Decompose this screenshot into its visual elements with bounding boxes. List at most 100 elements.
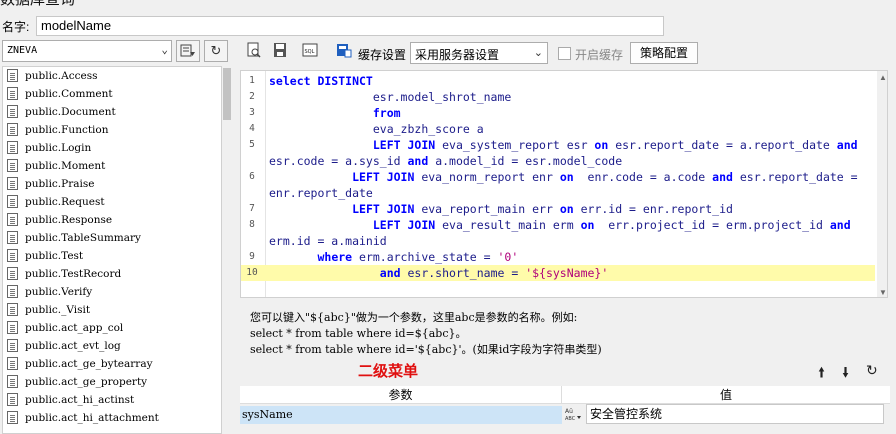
table-list-item[interactable]: public.act_app_col	[3, 319, 221, 337]
table-name: public.act_app_col	[25, 322, 124, 334]
table-name: public.act_evt_log	[25, 340, 121, 352]
sql-text: eva_zbzh_score a	[269, 122, 484, 136]
table-icon	[7, 393, 18, 406]
table-icon	[7, 357, 18, 370]
sql-keyword: and	[829, 218, 851, 232]
table-icon	[7, 141, 18, 154]
sql-text: enr.code = a.code	[573, 170, 713, 184]
table-list[interactable]: public.Access public.Comment public.Docume…	[2, 66, 222, 434]
cache-settings-label: 缓存设置	[358, 48, 407, 62]
table-list-item[interactable]: public._Visit	[3, 301, 221, 319]
param-name: sysName	[240, 406, 562, 424]
table-list-item[interactable]: public.act_ge_bytearray	[3, 355, 221, 373]
table-list-item[interactable]: public.Document	[3, 103, 221, 121]
code-line[interactable]: 3 from	[241, 105, 875, 121]
sql-keyword: and	[407, 154, 429, 168]
sql-button[interactable]: SQL	[300, 42, 320, 62]
sql-text: esr.report_date = a.report_date	[608, 138, 837, 152]
sql-text: eva_norm_report enr	[414, 170, 560, 184]
table-list-item[interactable]: public.Comment	[3, 85, 221, 103]
code-text: esr.model_shrot_name	[269, 89, 511, 105]
sql-text: erm.id = a.mainid	[269, 234, 387, 248]
table-list-item[interactable]: public.Request	[3, 193, 221, 211]
cache-settings-button[interactable]	[334, 42, 354, 62]
table-list-item[interactable]: public.Login	[3, 139, 221, 157]
code-line[interactable]: 7 LEFT JOIN eva_report_main err on err.i…	[241, 201, 875, 217]
param-value-input[interactable]: 安全管控系统	[586, 404, 884, 424]
code-text: LEFT JOIN eva_norm_report enr on enr.cod…	[269, 169, 857, 185]
table-list-item[interactable]: public.Moment	[3, 157, 221, 175]
enable-cache-checkbox[interactable]	[558, 47, 571, 60]
preview-button[interactable]	[244, 42, 264, 62]
scrollbar-thumb[interactable]	[223, 68, 231, 120]
table-list-item[interactable]: public.Praise	[3, 175, 221, 193]
datasource-select[interactable]: ZNEVA ⌄	[2, 40, 172, 62]
code-line[interactable]: enr.report_date	[241, 185, 875, 201]
code-line[interactable]: 9 where erm.archive_state = '0'	[241, 249, 875, 265]
table-icon	[7, 249, 18, 262]
table-name: public.Praise	[25, 178, 95, 190]
sql-text: err.project_id = erm.project_id	[594, 218, 830, 232]
table-icon	[7, 411, 18, 424]
close-icon[interactable]: ×	[858, 0, 867, 6]
table-list-item[interactable]: public.Function	[3, 121, 221, 139]
sql-editor[interactable]: 1 select DISTINCT 2 esr.model_shrot_name 3 …	[240, 70, 888, 298]
table-icon	[7, 213, 18, 226]
editor-scrollbar[interactable]: ▲ ▼	[877, 71, 887, 297]
table-list-scrollbar[interactable]	[222, 66, 232, 434]
table-name: public.Access	[25, 70, 98, 82]
table-list-item[interactable]: public.Response	[3, 211, 221, 229]
strategy-config-button[interactable]: 策略配置	[630, 42, 698, 64]
hint-line-1: 您可以键入"${abc}"做为一个参数，这里abc是参数的名称。例如:	[250, 311, 578, 324]
code-line[interactable]: 10 and esr.short_name = '${sysName}'	[241, 265, 875, 281]
sql-keyword: select DISTINCT	[269, 74, 373, 88]
table-name: public.act_ge_property	[25, 376, 148, 388]
code-text: erm.id = a.mainid	[269, 233, 387, 249]
table-icon	[7, 195, 18, 208]
table-list-item[interactable]: public.Test	[3, 247, 221, 265]
sql-text: eva_report_main err	[414, 202, 560, 216]
table-icon	[7, 267, 18, 280]
code-line[interactable]: 8 LEFT JOIN eva_result_main erm on err.p…	[241, 217, 875, 233]
table-list-item[interactable]: public.act_ge_property	[3, 373, 221, 391]
scroll-up-icon[interactable]: ▲	[879, 73, 887, 82]
param-row[interactable]: sysName Aü ABC 安全管控系统	[240, 404, 890, 426]
table-list-item[interactable]: public.act_hi_actinst	[3, 391, 221, 409]
table-list-item[interactable]: public.Verify	[3, 283, 221, 301]
code-line[interactable]: 5 LEFT JOIN eva_system_report esr on esr…	[241, 137, 875, 153]
code-text: enr.report_date	[269, 185, 373, 201]
table-icon	[7, 231, 18, 244]
cache-icon	[337, 44, 352, 58]
code-line[interactable]: 4 eva_zbzh_score a	[241, 121, 875, 137]
table-list-item[interactable]: public.Access	[3, 67, 221, 85]
code-line[interactable]: erm.id = a.mainid	[241, 233, 875, 249]
filter-tables-button[interactable]	[176, 40, 200, 62]
refresh-icon[interactable]: ↻	[866, 362, 878, 379]
code-line[interactable]: 1 select DISTINCT	[241, 73, 875, 89]
string-type-icon[interactable]: Aü ABC	[564, 406, 584, 424]
code-text: and esr.short_name = '${sysName}'	[269, 265, 609, 281]
table-list-item[interactable]: public.TestRecord	[3, 265, 221, 283]
scroll-down-icon[interactable]: ▼	[879, 288, 887, 297]
hint-line-2: select * from table where id=${abc}。	[250, 327, 467, 340]
arrow-up-icon[interactable]: 🠙	[818, 362, 825, 386]
window-title: 数据库查询	[0, 0, 75, 9]
name-input[interactable]: modelName	[36, 16, 664, 36]
code-line[interactable]: 6 LEFT JOIN eva_norm_report enr on enr.c…	[241, 169, 875, 185]
code-line[interactable]: 2 esr.model_shrot_name	[241, 89, 875, 105]
table-list-item[interactable]: public.TableSummary	[3, 229, 221, 247]
refresh-tables-button[interactable]: ↻	[204, 40, 228, 62]
table-icon	[7, 285, 18, 298]
save-button[interactable]	[270, 42, 290, 62]
table-list-item[interactable]: public.act_hi_attachment	[3, 409, 221, 427]
table-icon	[7, 159, 18, 172]
table-name: public.TableSummary	[25, 232, 141, 244]
code-line[interactable]: esr.code = a.sys_id and a.model_id = esr…	[241, 153, 875, 169]
arrow-down-icon[interactable]: 🠛	[842, 362, 849, 386]
sql-keyword: where	[317, 250, 353, 264]
sql-text: eva_system_report esr	[435, 138, 595, 152]
table-list-item[interactable]: public.act_evt_log	[3, 337, 221, 355]
cache-strategy-select[interactable]: 采用服务器设置 ⌄	[410, 42, 548, 64]
